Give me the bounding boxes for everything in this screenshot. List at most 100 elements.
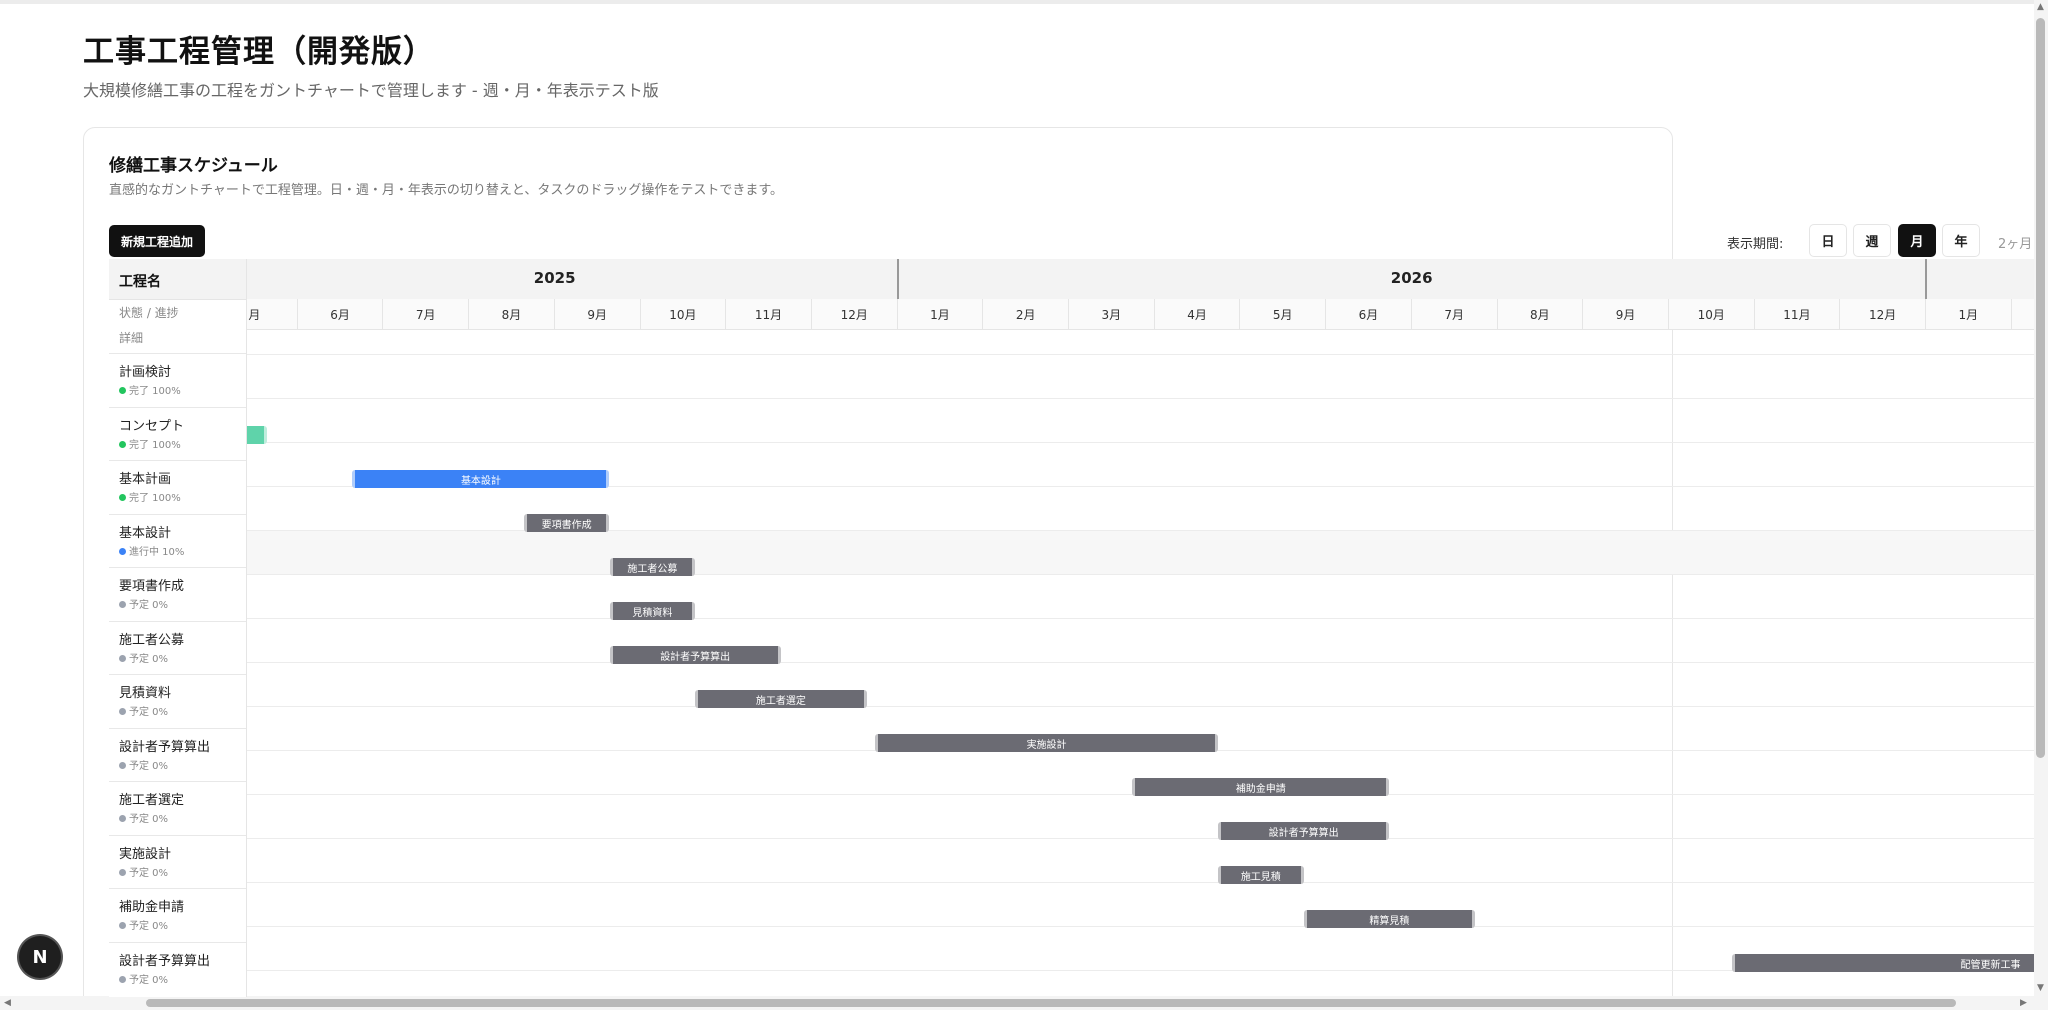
gantt-task-bar[interactable]: 補助金申請 <box>1132 778 1390 796</box>
month-header-row: 月 6月 7月 8月 9月 10月 11月 12月 1月 2月 3月 4月 5月 6月 7月 8月 9月 10月 1… <box>211 299 2037 330</box>
task-name-column: 工程名 状態 / 進捗 詳細 計画検討 完了 100% コンセプト 完了 100% 基本… <box>109 259 247 997</box>
task-status: 予定 0% <box>119 864 168 879</box>
horizontal-scrollbar-thumb[interactable] <box>146 999 1956 1007</box>
task-name: 設計者予算算出 <box>119 739 211 755</box>
task-list-item[interactable]: 基本設計進行中 10% <box>109 513 246 568</box>
task-list-item[interactable]: 計画検討 完了 100% <box>109 353 246 407</box>
month-header-cell: 9月 <box>553 299 640 329</box>
status-dot-icon <box>119 708 126 715</box>
month-header-cell: 7月 <box>382 299 468 329</box>
gantt-task-bar[interactable]: 設計者予算算出 <box>1217 822 1390 840</box>
gantt-timeline: 2025 2026 月 6月 7月 8月 9月 10月 11月 12月 1月 2月 3月 4月 5月 6月 7… <box>176 259 2037 997</box>
task-list-item[interactable]: コンセプト完了 100% <box>109 406 246 461</box>
row-gridline <box>247 354 2037 355</box>
task-status: 予定 0% <box>119 703 168 718</box>
vertical-scrollbar-thumb[interactable] <box>2036 18 2045 758</box>
row-gridline <box>247 574 2037 575</box>
task-name: 施工者選定 <box>119 793 185 808</box>
task-status-label: 予定 0% <box>129 814 169 825</box>
row-gridline <box>247 838 2037 839</box>
task-list-item[interactable]: 基本計画 完了 100% <box>109 460 246 514</box>
add-task-button[interactable]: 新規工程追加 <box>109 225 206 257</box>
status-dot-icon <box>119 922 126 929</box>
month-header-cell: 4月 <box>1153 299 1240 329</box>
status-dot-icon <box>119 601 126 608</box>
task-name: コンセプト <box>119 418 185 434</box>
month-header-cell: 10月 <box>639 299 726 329</box>
gantt-task-bar[interactable]: 施工者選定 <box>695 690 867 708</box>
task-list-item[interactable]: 要項書作成予定 0% <box>109 567 246 621</box>
task-list-item[interactable]: 補助金申請 予定 0% <box>109 888 246 942</box>
month-header-cell: 5月 <box>1239 299 1325 329</box>
dev-badge-icon[interactable]: N <box>19 936 61 978</box>
gantt-task-bar[interactable]: 施工者公募 <box>609 558 696 576</box>
gantt-task-bar[interactable]: 施工見積 <box>1217 866 1304 884</box>
task-list-item[interactable]: 見積資料 予定 0% <box>109 674 246 728</box>
task-status: 完了 100% <box>119 489 181 504</box>
task-status: 予定 0% <box>119 810 168 825</box>
period-label: 表示期間: <box>1727 237 1784 252</box>
status-dot-icon <box>119 387 126 394</box>
status-dot-icon <box>119 547 126 555</box>
task-list-item[interactable]: 施工者選定予定 0% <box>109 781 246 835</box>
row-gridline <box>247 442 2037 443</box>
task-status-label: 進行中 10% <box>129 546 185 558</box>
task-name: 基本設計 <box>119 525 172 541</box>
status-dot-icon <box>119 494 126 501</box>
task-status-label: 予定 0% <box>129 760 169 772</box>
month-header-cell: 7月 <box>1410 299 1497 329</box>
gantt-task-bar[interactable]: 精算見積 <box>1303 910 1476 928</box>
scroll-up-arrow-icon[interactable]: ▲ <box>2037 2 2044 12</box>
gantt-task-bar[interactable]: 実施設計 <box>875 734 1218 752</box>
card-title: 修繕工事スケジュール <box>109 156 278 176</box>
gantt-task-bar[interactable]: 要項書作成 <box>523 514 610 532</box>
page-subtitle: 大規模修繕工事の工程をガントチャートで管理します - 週・月・年表示テスト版 <box>83 81 659 100</box>
detail-header-label: 詳細 <box>119 331 144 345</box>
status-header-label: 状態 / 進捗 <box>119 306 179 320</box>
status-dot-icon <box>119 654 126 662</box>
task-list-item[interactable]: 設計者予算算出 予定 0% <box>109 941 246 996</box>
task-status-label: 完了 100% <box>129 439 181 451</box>
month-header-cell: 1月 <box>1925 299 2011 329</box>
task-status: 予定 0% <box>119 650 168 665</box>
month-header-cell: 1月 <box>896 299 983 329</box>
row-gridline <box>247 662 2037 663</box>
task-name-header: 工程名 <box>109 259 246 300</box>
task-status: 予定 0% <box>119 596 168 611</box>
month-header-cell: 11月 <box>725 299 811 329</box>
gantt-task-bar[interactable]: 見積資料 <box>609 602 696 620</box>
period-day-button[interactable]: 日 <box>1809 224 1847 257</box>
top-border <box>0 0 2048 4</box>
gantt-task-bar[interactable]: 配管更新工事 <box>1732 954 2037 972</box>
gantt-task-bar[interactable]: 基本設計 <box>352 470 610 488</box>
task-list-item[interactable]: 実施設計 予定 0% <box>109 834 246 889</box>
task-name: 要項書作成 <box>119 579 185 594</box>
page-title: 工事工程管理（開発版） <box>83 34 435 70</box>
task-list-item[interactable]: 施工者公募予定 0% <box>109 620 246 675</box>
row-gridline <box>247 618 2037 619</box>
gantt-task-bar[interactable]: 設計者予算算出 <box>609 646 781 664</box>
period-week-button[interactable]: 週 <box>1853 224 1891 257</box>
status-dot-icon <box>119 815 126 822</box>
scroll-left-arrow-icon[interactable]: ◀ <box>4 998 11 1008</box>
year-divider <box>1925 259 1927 299</box>
scroll-right-arrow-icon[interactable]: ▶ <box>2020 998 2027 1008</box>
month-header-cell: 3月 <box>1068 299 1154 329</box>
task-status-label: 予定 0% <box>129 921 169 932</box>
period-year-button[interactable]: 年 <box>1942 224 1980 257</box>
status-dot-icon <box>119 440 126 448</box>
month-header-cell: 2月 <box>982 299 1068 329</box>
gantt-chart: 2025 2026 月 6月 7月 8月 9月 10月 11月 12月 1月 2月 3月 4月 5月 6月 7… <box>109 259 2037 997</box>
period-more-option[interactable]: 2ヶ月 <box>1998 233 2032 252</box>
card-description: 直感的なガントチャートで工程管理。日・週・月・年表示の切り替えと、タスクのドラッ… <box>109 183 784 198</box>
period-month-button[interactable]: 月 <box>1898 224 1936 257</box>
month-header-cell: 10月 <box>1667 299 1754 329</box>
year-divider <box>896 259 899 299</box>
task-list-item[interactable]: 設計者予算算出予定 0% <box>109 727 246 782</box>
task-status-label: 完了 100% <box>129 493 181 504</box>
month-header-cell: 12月 <box>810 299 897 329</box>
year-label: 2025 <box>533 269 576 287</box>
task-name: 施工者公募 <box>119 632 185 648</box>
month-header-cell: 6月 <box>1325 299 1411 329</box>
scroll-down-arrow-icon[interactable]: ▼ <box>2037 983 2044 993</box>
